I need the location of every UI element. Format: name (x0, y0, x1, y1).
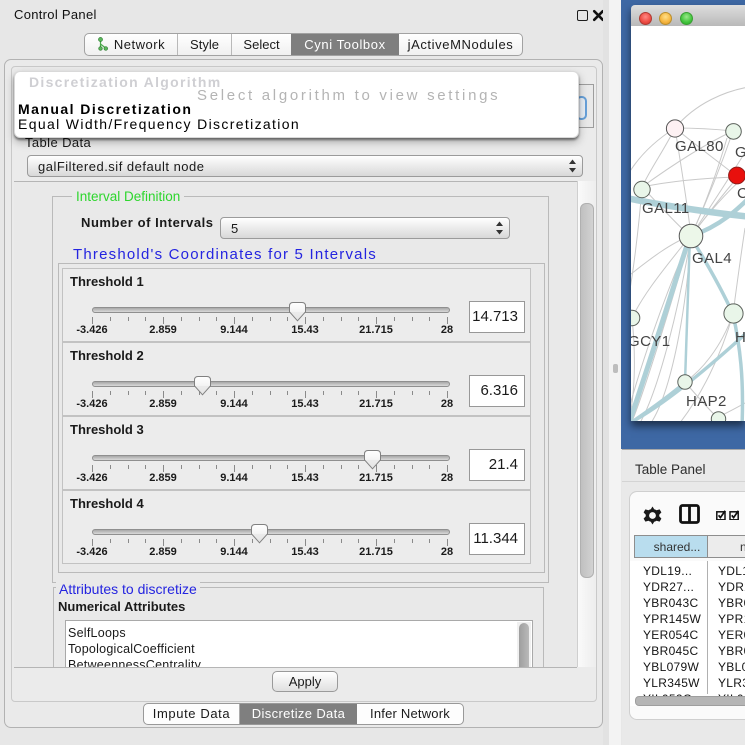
svg-text:GAL80: GAL80 (675, 138, 724, 155)
svg-text:HAP2: HAP2 (686, 393, 727, 410)
svg-text:GCY1: GCY1 (631, 333, 670, 350)
svg-text:GA: GA (735, 144, 745, 161)
svg-text:CY: CY (737, 185, 745, 202)
svg-text:GAL4: GAL4 (692, 250, 732, 267)
svg-text:GAL11: GAL11 (642, 200, 690, 217)
svg-text:HI: HI (735, 329, 745, 346)
